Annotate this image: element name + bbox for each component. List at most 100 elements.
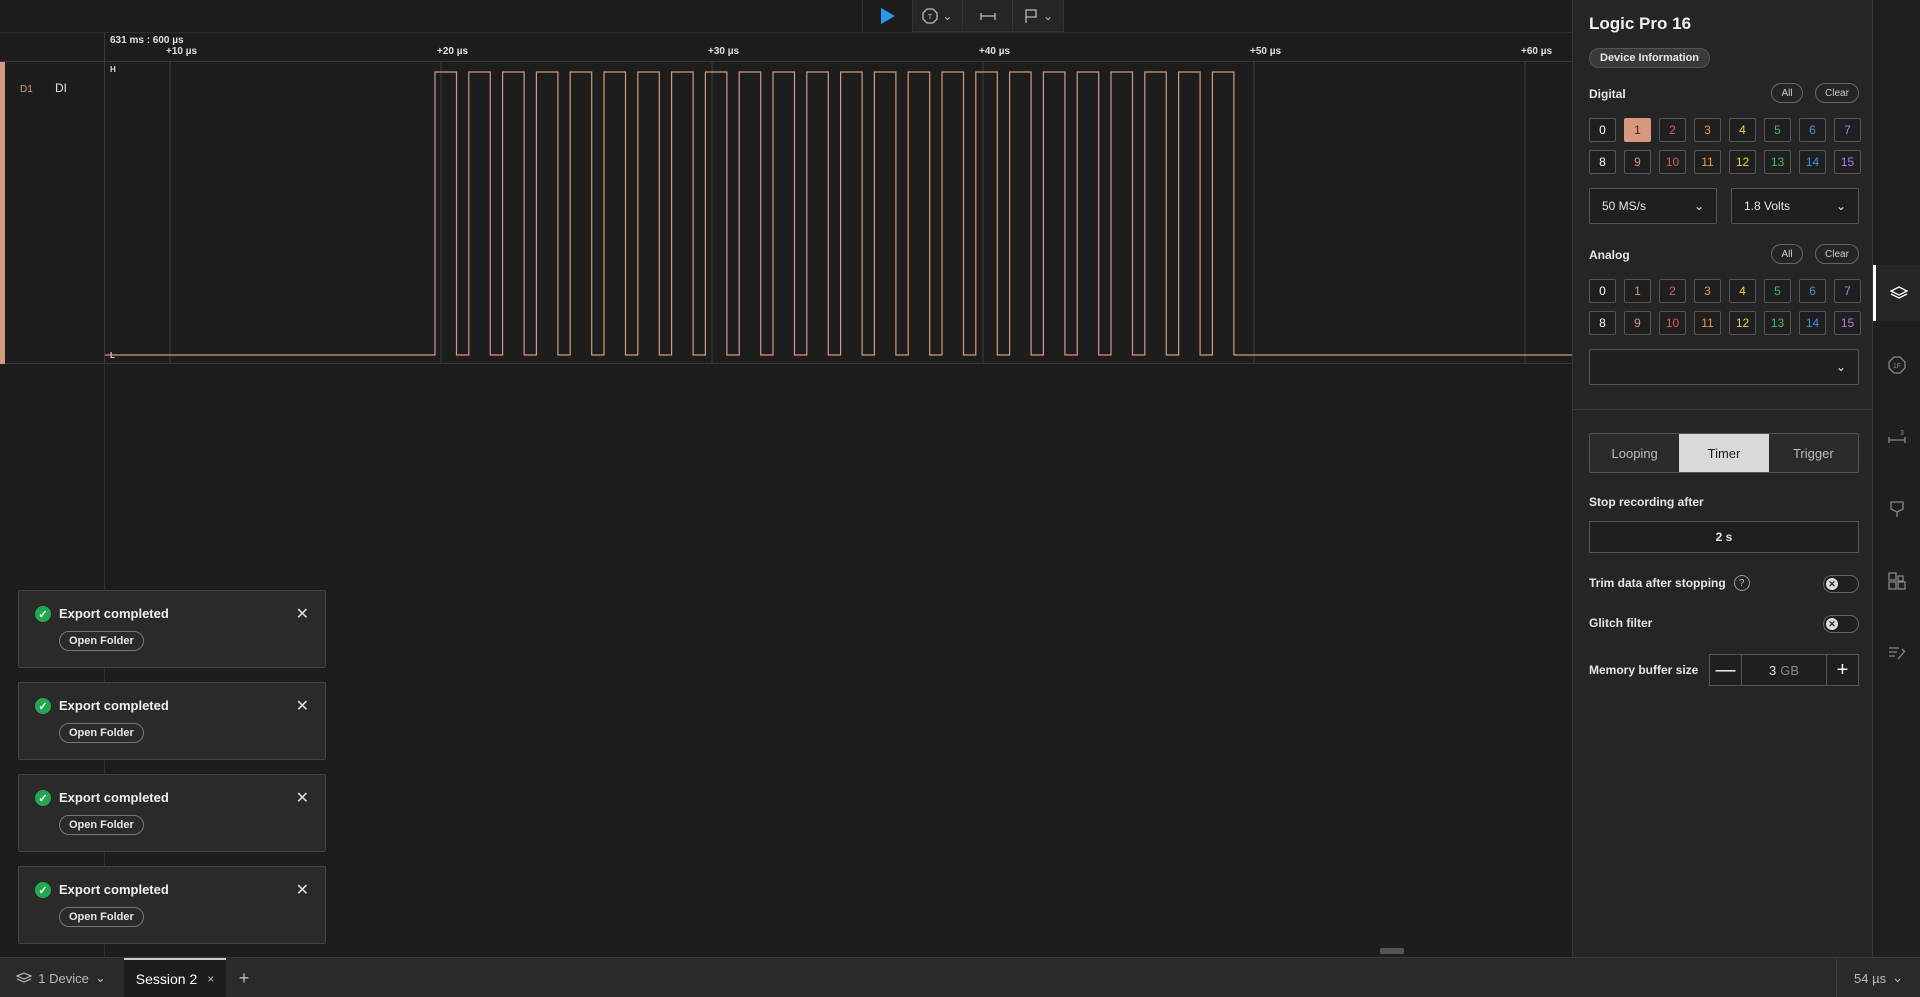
analog-channel-9[interactable]: 9 xyxy=(1624,311,1651,335)
horizontal-scroll-handle[interactable] xyxy=(1380,948,1404,954)
digital-clear-button[interactable]: Clear xyxy=(1815,83,1859,103)
glitch-filter-text: Glitch filter xyxy=(1589,616,1653,630)
close-icon[interactable]: ✕ xyxy=(296,604,309,624)
digital-channel-12[interactable]: 12 xyxy=(1729,150,1756,174)
close-icon[interactable]: × xyxy=(207,972,214,986)
analog-channel-2[interactable]: 2 xyxy=(1659,279,1686,303)
trigger-settings-button[interactable]: T ⌄ xyxy=(913,0,963,32)
chevron-down-icon: ⌄ xyxy=(1835,199,1846,213)
zoom-level-select[interactable]: 54 µs ⌄ xyxy=(1836,958,1920,997)
digital-channel-1[interactable]: 1 xyxy=(1624,118,1651,142)
waveform-area[interactable]: T ⌄ ⌄ 631 ms : 600 µs +10 µs +20 µs +30 … xyxy=(0,0,1572,957)
ruler-tick: +10 µs xyxy=(166,46,198,57)
notes-icon[interactable] xyxy=(1873,625,1920,681)
add-session-button[interactable]: + xyxy=(232,958,256,997)
analog-channel-0[interactable]: 0 xyxy=(1589,279,1616,303)
digital-channel-14[interactable]: 14 xyxy=(1799,150,1826,174)
time-ruler[interactable]: 631 ms : 600 µs +10 µs +20 µs +30 µs +40… xyxy=(0,32,1572,63)
analog-all-button[interactable]: All xyxy=(1771,244,1803,264)
tab-session-2[interactable]: Session 2 × xyxy=(124,958,226,997)
sample-rate-select[interactable]: 50 MS/s ⌄ xyxy=(1589,188,1717,224)
digital-channel-13[interactable]: 13 xyxy=(1764,150,1791,174)
close-icon[interactable]: ✕ xyxy=(296,788,309,808)
open-folder-button[interactable]: Open Folder xyxy=(59,815,144,835)
tab-trigger[interactable]: Trigger xyxy=(1768,434,1858,472)
analog-channel-14[interactable]: 14 xyxy=(1799,311,1826,335)
digital-channel-8[interactable]: 8 xyxy=(1589,150,1616,174)
tab-looping[interactable]: Looping xyxy=(1590,434,1680,472)
device-settings-icon[interactable] xyxy=(1873,265,1920,321)
tab-timer[interactable]: Timer xyxy=(1679,434,1769,472)
export-toast: ✓ Export completed ✕ Open Folder xyxy=(18,866,326,944)
measurements-icon-glyph: 3 xyxy=(1888,430,1906,443)
digital-channel-2[interactable]: 2 xyxy=(1659,118,1686,142)
analog-channel-15[interactable]: 15 xyxy=(1834,311,1861,335)
analog-channel-grid: 0 1 2 3 4 5 6 7 8 9 10 11 12 13 14 15 xyxy=(1589,279,1861,335)
close-icon[interactable]: ✕ xyxy=(296,880,309,900)
channel-row-d1[interactable]: D1 DI H L xyxy=(0,62,1572,364)
start-capture-button[interactable] xyxy=(863,0,913,32)
analog-channel-3[interactable]: 3 xyxy=(1694,279,1721,303)
digital-channel-4[interactable]: 4 xyxy=(1729,118,1756,142)
waveform-plot[interactable]: H L xyxy=(105,62,1572,364)
channel-label[interactable]: D1 DI xyxy=(0,62,105,364)
digital-channel-7[interactable]: 7 xyxy=(1834,118,1861,142)
stop-duration-input[interactable]: 2 s xyxy=(1589,521,1859,553)
device-information-button[interactable]: Device Information xyxy=(1589,48,1711,68)
open-folder-button[interactable]: Open Folder xyxy=(59,907,144,927)
help-icon[interactable]: ? xyxy=(1733,575,1750,591)
digital-channel-5[interactable]: 5 xyxy=(1764,118,1791,142)
digital-channel-6[interactable]: 6 xyxy=(1799,118,1826,142)
analog-channel-7[interactable]: 7 xyxy=(1834,279,1861,303)
close-icon[interactable]: ✕ xyxy=(296,696,309,716)
trim-data-label: Trim data after stopping ? xyxy=(1589,575,1750,591)
analog-channel-5[interactable]: 5 xyxy=(1764,279,1791,303)
analog-channel-12[interactable]: 12 xyxy=(1729,311,1756,335)
chevron-down-icon: ⌄ xyxy=(94,970,106,985)
markers-icon[interactable] xyxy=(1873,481,1920,537)
open-folder-button[interactable]: Open Folder xyxy=(59,723,144,743)
ruler-tick: +60 µs xyxy=(1521,46,1553,57)
analog-rate-select[interactable]: ⌄ xyxy=(1589,349,1859,385)
play-icon xyxy=(880,8,895,24)
analog-channel-10[interactable]: 10 xyxy=(1659,311,1686,335)
increment-button[interactable]: + xyxy=(1826,655,1858,685)
open-folder-button[interactable]: Open Folder xyxy=(59,631,144,651)
analog-channel-13[interactable]: 13 xyxy=(1764,311,1791,335)
extensions-icon-glyph xyxy=(1888,572,1906,590)
digital-channel-10[interactable]: 10 xyxy=(1659,150,1686,174)
analog-channel-6[interactable]: 6 xyxy=(1799,279,1826,303)
add-marker-button[interactable]: ⌄ xyxy=(1013,0,1063,32)
analog-clear-button[interactable]: Clear xyxy=(1815,244,1859,264)
device-selector[interactable]: 1 Device ⌄ xyxy=(0,958,122,997)
analog-channel-1[interactable]: 1 xyxy=(1624,279,1651,303)
measure-button[interactable] xyxy=(963,0,1013,32)
analog-channel-11[interactable]: 11 xyxy=(1694,311,1721,335)
analog-channel-4[interactable]: 4 xyxy=(1729,279,1756,303)
digital-channel-15[interactable]: 15 xyxy=(1834,150,1861,174)
trim-data-toggle[interactable]: ✕ xyxy=(1823,575,1859,593)
svg-text:3: 3 xyxy=(1900,430,1904,437)
analyzers-icon-glyph: 1F xyxy=(1888,356,1906,374)
analog-channel-8[interactable]: 8 xyxy=(1589,311,1616,335)
digital-channel-3[interactable]: 3 xyxy=(1694,118,1721,142)
trigger-settings-icon: T xyxy=(922,8,939,24)
voltage-select[interactable]: 1.8 Volts ⌄ xyxy=(1731,188,1859,224)
toast-title: Export completed xyxy=(59,882,169,897)
svg-text:T: T xyxy=(928,14,933,21)
digital-channel-9[interactable]: 9 xyxy=(1624,150,1651,174)
toast-title: Export completed xyxy=(59,606,169,621)
digital-all-button[interactable]: All xyxy=(1771,83,1803,103)
glitch-filter-toggle[interactable]: ✕ xyxy=(1823,615,1859,633)
analyzers-icon[interactable]: 1F xyxy=(1873,337,1920,393)
memory-buffer-value[interactable]: 3 GB xyxy=(1742,655,1826,685)
digital-channel-0[interactable]: 0 xyxy=(1589,118,1616,142)
export-toast: ✓ Export completed ✕ Open Folder xyxy=(18,682,326,760)
measurements-icon[interactable]: 3 xyxy=(1873,409,1920,465)
channel-name[interactable]: DI xyxy=(55,81,67,95)
extensions-icon[interactable] xyxy=(1873,553,1920,609)
decrement-button[interactable]: — xyxy=(1710,655,1742,685)
channel-id: D1 xyxy=(20,84,33,95)
digital-channel-11[interactable]: 11 xyxy=(1694,150,1721,174)
bottom-bar: 1 Device ⌄ Session 2 × + 54 µs ⌄ xyxy=(0,957,1920,997)
